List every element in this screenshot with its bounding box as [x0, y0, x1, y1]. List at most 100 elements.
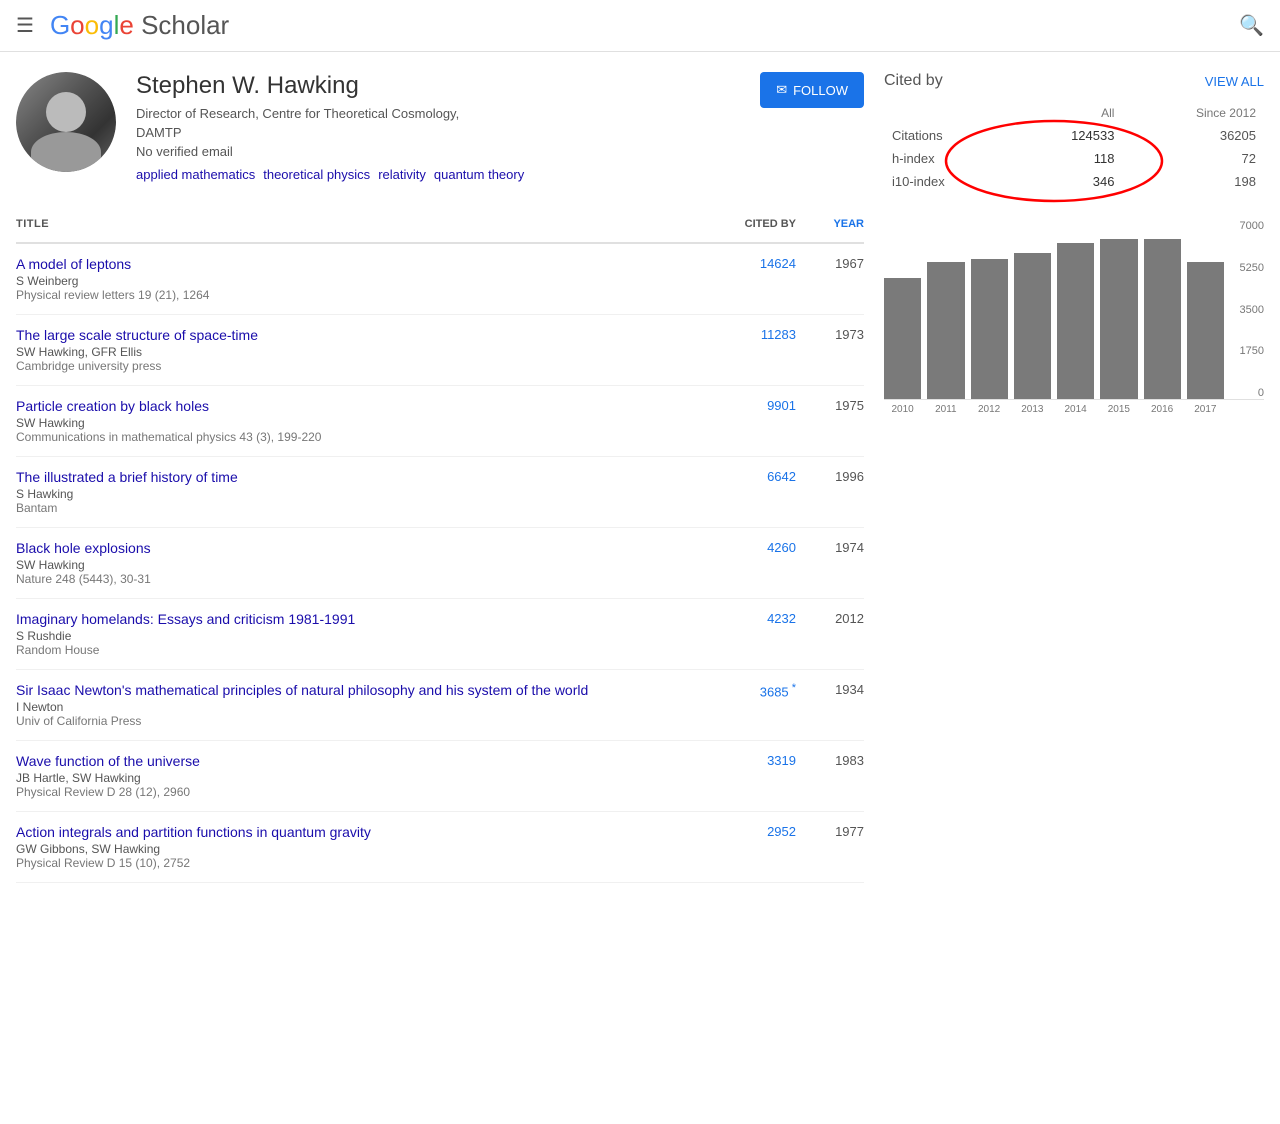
pub-authors: S Weinberg [16, 274, 724, 288]
pub-info: The large scale structure of space-time S… [16, 327, 724, 373]
interest-quantum-theory[interactable]: quantum theory [434, 167, 524, 182]
pub-title-link[interactable]: Sir Isaac Newton's mathematical principl… [16, 682, 724, 698]
header-left: ☰ Google Scholar [16, 10, 229, 41]
pub-journal: Physical Review D 28 (12), 2960 [16, 785, 724, 799]
chart-x-label: 2012 [971, 404, 1008, 415]
pub-title-link[interactable]: Action integrals and partition functions… [16, 824, 724, 840]
pub-title-link[interactable]: The large scale structure of space-time [16, 327, 724, 343]
stats-row: h-index11872 [884, 147, 1264, 170]
envelope-icon: ✉ [776, 82, 787, 98]
pub-citations[interactable]: 2952 [724, 824, 804, 839]
profile-affiliation-line1: Director of Research, Centre for Theoret… [136, 106, 459, 121]
pub-year: 1973 [804, 327, 864, 342]
col-cited-by: CITED BY [724, 214, 804, 234]
pub-journal: Cambridge university press [16, 359, 724, 373]
pub-authors: SW Hawking [16, 558, 724, 572]
pub-citations[interactable]: 3685 * [724, 682, 804, 699]
chart-bar [1014, 253, 1051, 399]
col-year[interactable]: YEAR [804, 214, 864, 234]
cited-by-header: Cited by VIEW ALL [884, 72, 1264, 90]
publications-header: TITLE CITED BY YEAR [16, 206, 864, 244]
profile-details: Stephen W. Hawking Director of Research,… [136, 72, 864, 182]
pub-citations[interactable]: 9901 [724, 398, 804, 413]
chart-x-label: 2017 [1187, 404, 1224, 415]
y-label-0: 0 [1258, 387, 1264, 399]
pub-citations[interactable]: 3319 [724, 753, 804, 768]
chart-y-labels: 7000 5250 3500 1750 0 [1228, 220, 1264, 399]
stats-table: All Since 2012 Citations12453336205h-ind… [884, 102, 1264, 193]
pub-journal: Univ of California Press [16, 714, 724, 728]
search-icon[interactable]: 🔍 [1239, 13, 1264, 38]
follow-button[interactable]: ✉ FOLLOW [760, 72, 864, 108]
stats-label: h-index [884, 147, 1012, 170]
stats-since: 72 [1122, 147, 1264, 170]
profile-header-row: Stephen W. Hawking Director of Research,… [136, 72, 864, 167]
pub-year: 1974 [804, 540, 864, 555]
pub-title-link[interactable]: Black hole explosions [16, 540, 724, 556]
pub-info: Black hole explosions SW HawkingNature 24… [16, 540, 724, 586]
stats-col-all: All [1012, 102, 1123, 124]
publication-item: Black hole explosions SW HawkingNature 24… [16, 528, 864, 599]
chart-x-label: 2010 [884, 404, 921, 415]
pub-citations[interactable]: 4260 [724, 540, 804, 555]
logo-o1: o [70, 10, 84, 40]
publication-item: Sir Isaac Newton's mathematical principl… [16, 670, 864, 741]
publication-item: Action integrals and partition functions… [16, 812, 864, 883]
pub-authors: JB Hartle, SW Hawking [16, 771, 724, 785]
pub-journal: Bantam [16, 501, 724, 515]
chart-bar [971, 259, 1008, 399]
publication-item: Wave function of the universe JB Hartle, … [16, 741, 864, 812]
pub-year: 1934 [804, 682, 864, 697]
stats-row: i10-index346198 [884, 170, 1264, 193]
pub-year: 1967 [804, 256, 864, 271]
view-all-link[interactable]: VIEW ALL [1205, 74, 1264, 89]
publications-list: A model of leptons S WeinbergPhysical rev… [16, 244, 864, 883]
avatar-image [16, 72, 116, 172]
chart-x-label: 2013 [1014, 404, 1051, 415]
chart-x-label: 2014 [1057, 404, 1094, 415]
publication-item: The large scale structure of space-time S… [16, 315, 864, 386]
pub-authors: S Hawking [16, 487, 724, 501]
pub-journal: Nature 248 (5443), 30-31 [16, 572, 724, 586]
pub-year: 1977 [804, 824, 864, 839]
interest-theoretical-physics[interactable]: theoretical physics [263, 167, 370, 182]
pub-info: The illustrated a brief history of time S… [16, 469, 724, 515]
pub-title-link[interactable]: Particle creation by black holes [16, 398, 724, 414]
chart-x-label: 2011 [927, 404, 964, 415]
chart-bar [927, 262, 964, 399]
pub-citations[interactable]: 11283 [724, 327, 804, 342]
col-title: TITLE [16, 214, 724, 234]
right-panel: Cited by VIEW ALL All Since 2012 Citatio… [884, 72, 1264, 883]
pub-citations[interactable]: 6642 [724, 469, 804, 484]
interest-relativity[interactable]: relativity [378, 167, 426, 182]
publication-item: A model of leptons S WeinbergPhysical rev… [16, 244, 864, 315]
chart-container: 7000 5250 3500 1750 0 2010 2011 2012 2013 20… [884, 220, 1264, 415]
stats-since: 36205 [1122, 124, 1264, 147]
publication-item: Particle creation by black holesSW Hawki… [16, 386, 864, 457]
pub-title-link[interactable]: Imaginary homelands: Essays and criticis… [16, 611, 724, 627]
stats-section: All Since 2012 Citations12453336205h-ind… [884, 102, 1264, 209]
chart-x-label: 2015 [1100, 404, 1137, 415]
pub-title-link[interactable]: The illustrated a brief history of time [16, 469, 724, 485]
pub-journal: Physical review letters 19 (21), 1264 [16, 288, 724, 302]
pub-authors: SW Hawking, GFR Ellis [16, 345, 724, 359]
citation-star: * [789, 682, 796, 694]
pub-citations[interactable]: 4232 [724, 611, 804, 626]
google-scholar-logo: Google Scholar [50, 10, 229, 41]
menu-icon[interactable]: ☰ [16, 13, 34, 38]
pub-info: Particle creation by black holesSW Hawki… [16, 398, 724, 444]
pub-info: Sir Isaac Newton's mathematical principl… [16, 682, 724, 728]
pub-journal: Physical Review D 15 (10), 2752 [16, 856, 724, 870]
chart-bar [1100, 239, 1137, 399]
pub-title-link[interactable]: A model of leptons [16, 256, 724, 272]
pub-citations[interactable]: 14624 [724, 256, 804, 271]
chart-bar [884, 278, 921, 399]
stats-since: 198 [1122, 170, 1264, 193]
pub-title-link[interactable]: Wave function of the universe [16, 753, 724, 769]
chart-x-label: 2016 [1144, 404, 1181, 415]
chart-area: 7000 5250 3500 1750 0 [884, 220, 1264, 400]
y-label-7000: 7000 [1240, 220, 1264, 232]
profile-section: Stephen W. Hawking Director of Research,… [16, 72, 864, 182]
cited-by-title: Cited by [884, 72, 943, 90]
interest-applied-mathematics[interactable]: applied mathematics [136, 167, 255, 182]
